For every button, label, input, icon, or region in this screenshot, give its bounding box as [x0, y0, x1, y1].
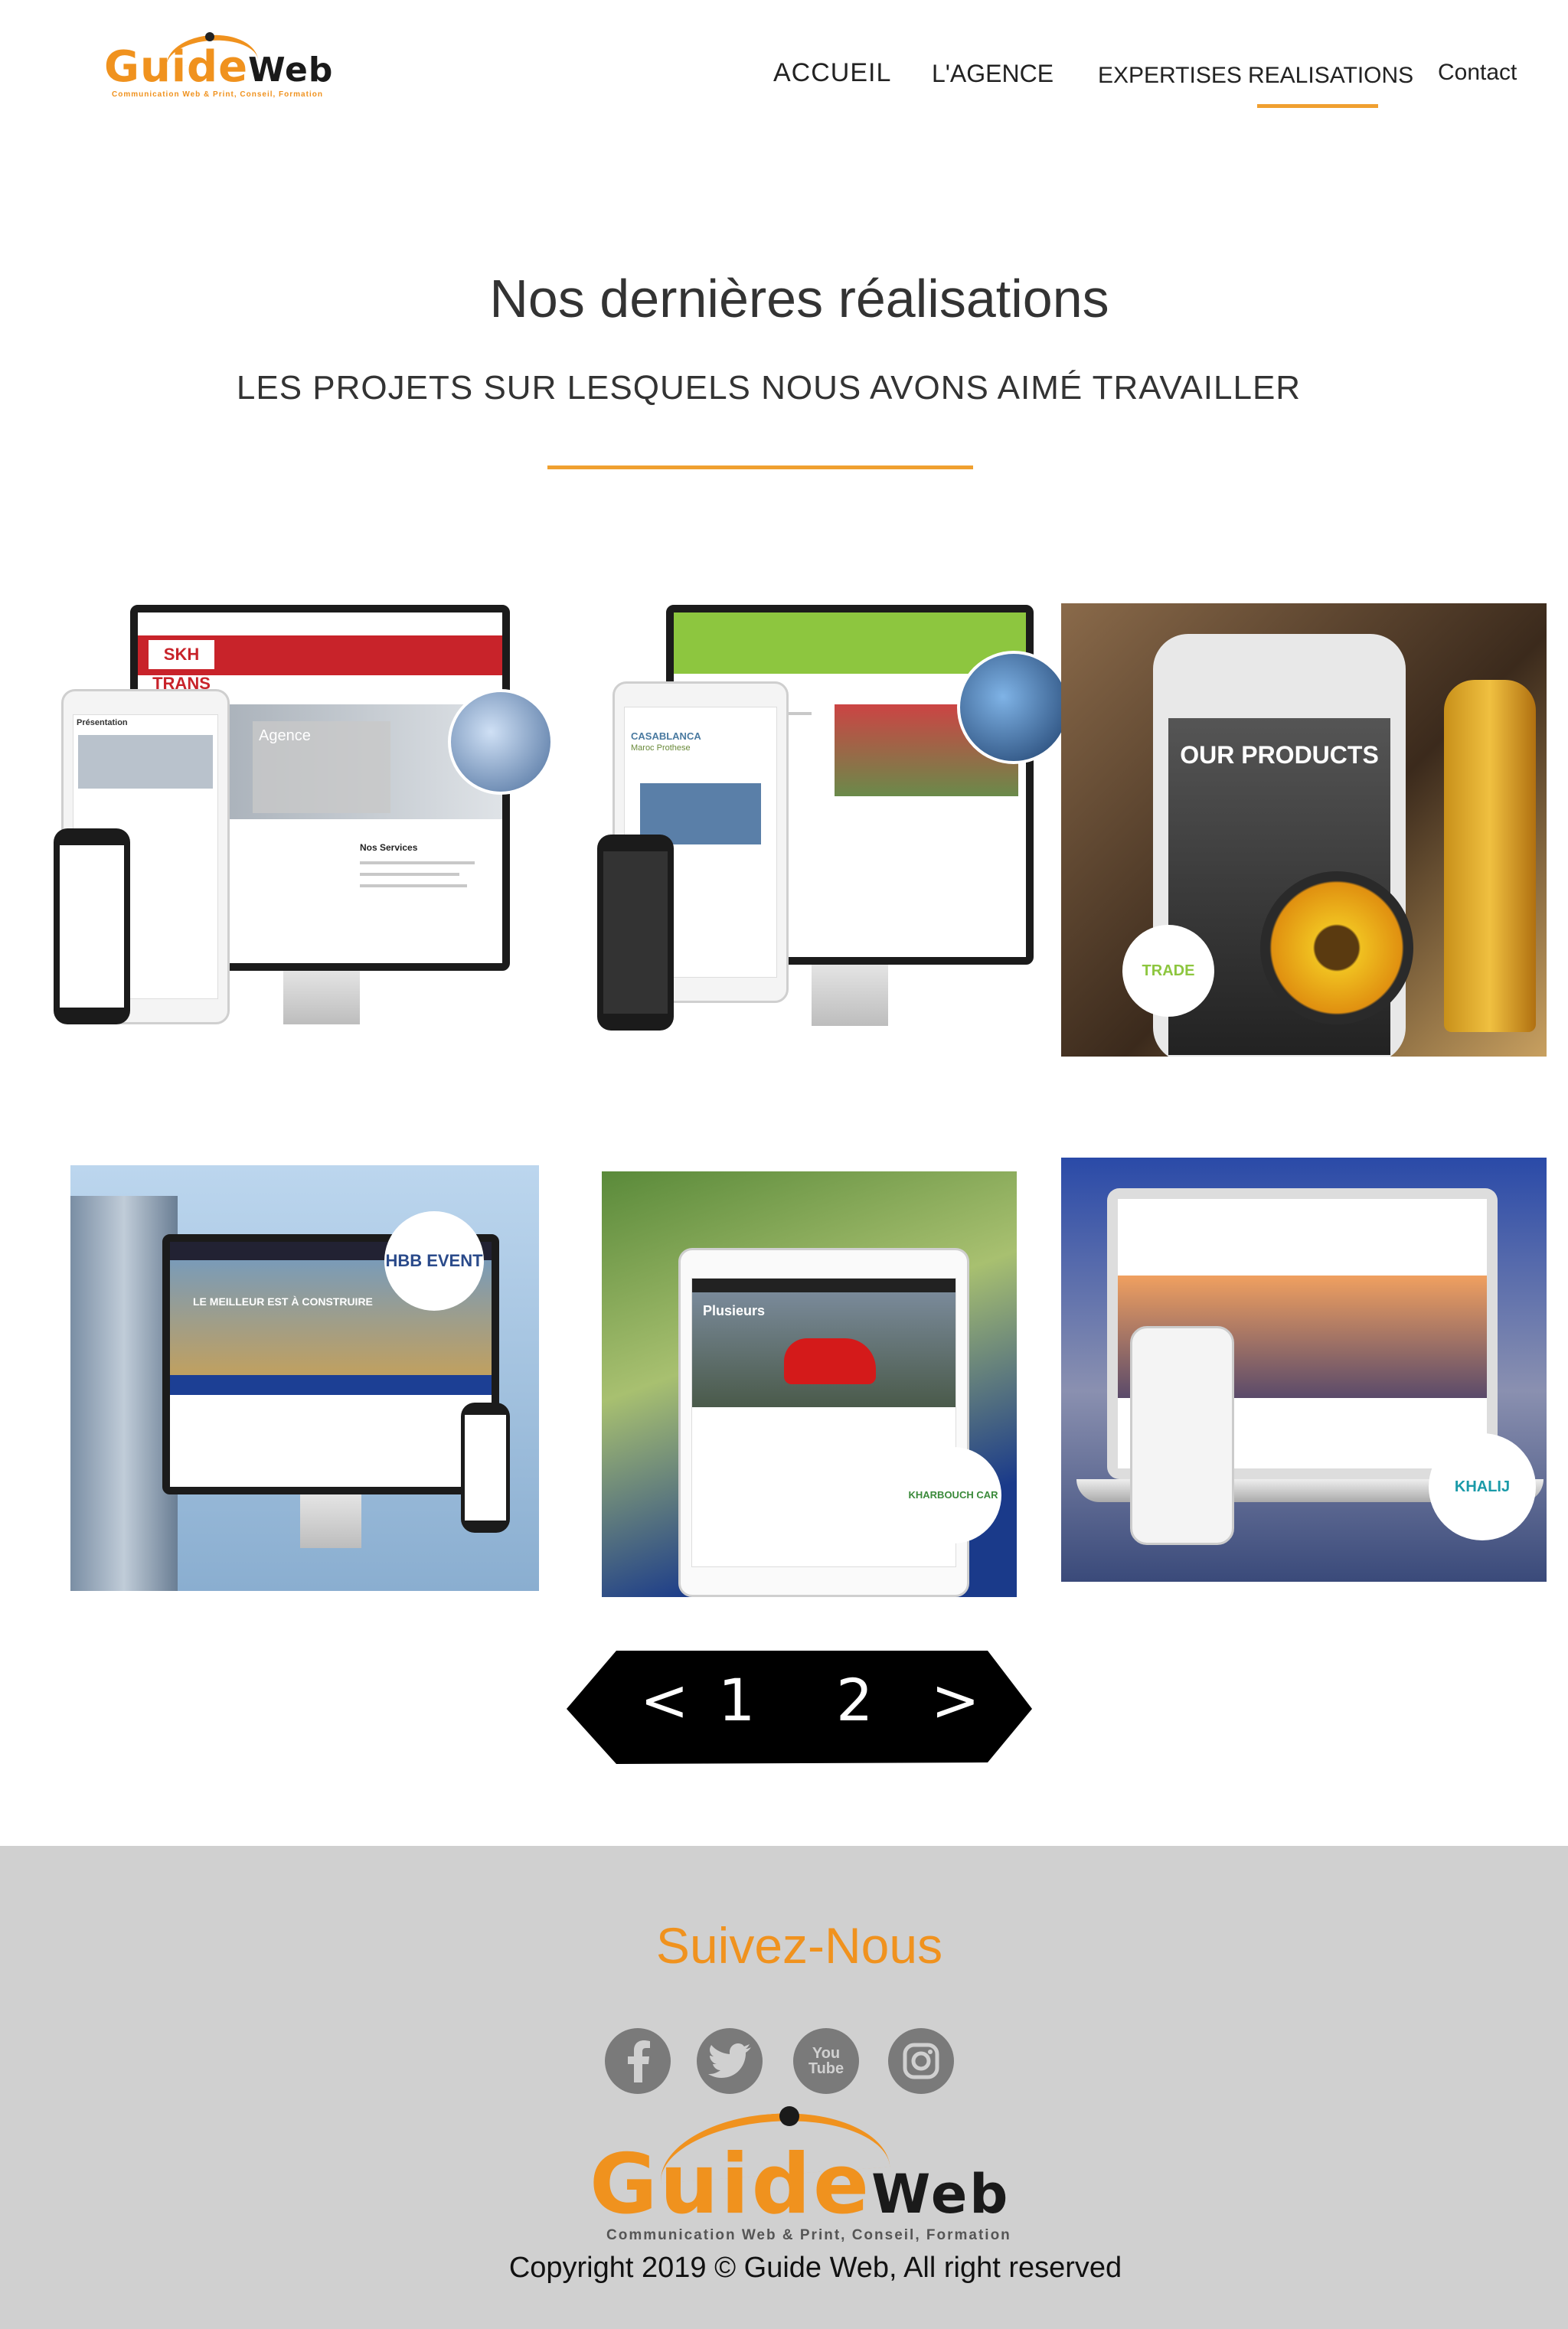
site-banner — [170, 1375, 492, 1395]
page-1-button[interactable]: 1 — [718, 1666, 755, 1735]
logo-dot — [205, 32, 214, 41]
portfolio-item-our-products[interactable]: OUR PRODUCTS TRADE — [1061, 603, 1547, 1057]
site-hero: Plusieurs — [692, 1292, 956, 1407]
page-2-button[interactable]: 2 — [836, 1666, 873, 1735]
footer-logo[interactable]: GuideWeb Communication Web & Print, Cons… — [590, 2105, 1034, 2244]
site-header-bar — [674, 612, 1026, 674]
section-subtitle: LES PROJETS SUR LESQUELS NOUS AVONS AIMÉ… — [236, 369, 1302, 407]
globe-badge — [957, 651, 1064, 764]
portfolio-item-khalij[interactable]: KHALIJ — [1061, 1158, 1547, 1582]
text-line — [360, 861, 475, 864]
footer-logo-web: Web — [871, 2163, 1011, 2226]
logo-guide-text: Guide — [104, 42, 249, 92]
nav-agence[interactable]: L'AGENCE — [932, 60, 1054, 88]
our-products-heading: OUR PRODUCTS — [1180, 741, 1379, 769]
hero-caption: Agence — [253, 721, 390, 813]
red-car-image — [784, 1338, 876, 1384]
prev-page-button[interactable]: < — [640, 1666, 689, 1735]
phone-screen — [603, 851, 668, 1014]
phone-mockup — [54, 828, 130, 1024]
phone-screen: OUR PRODUCTS — [1168, 718, 1413, 1055]
phone-screen — [60, 845, 124, 1008]
youtube-icon[interactable]: You Tube — [793, 2028, 859, 2094]
hero-caption: Plusieurs — [703, 1303, 766, 1318]
trade-logo: TRADE — [1122, 925, 1214, 1017]
sunflower-image — [1260, 871, 1413, 1024]
oil-bottle-image — [1444, 680, 1536, 1032]
logo-wordmark: GuideWeb — [104, 44, 333, 93]
portfolio-item-hbb-event[interactable]: LE MEILLEUR EST À CONSTRUIRE HBB EVENT — [70, 1165, 539, 1591]
copyright-text: Copyright 2019 © Guide Web, All right re… — [508, 2252, 1122, 2284]
tablet-mockup: Plusieurs — [678, 1248, 969, 1597]
instagram-icon[interactable] — [888, 2028, 954, 2094]
twitter-icon[interactable] — [697, 2028, 763, 2094]
portfolio-item-maroc-prothese[interactable]: CASABLANCA Maroc Prothese — [590, 597, 1064, 1095]
phone-mockup — [461, 1403, 510, 1533]
desktop-stand — [812, 965, 888, 1026]
phone-screen — [465, 1415, 506, 1521]
skyscraper-image — [70, 1196, 178, 1591]
khalij-logo: KHALIJ — [1429, 1433, 1536, 1540]
text-line — [360, 884, 467, 887]
services-title: Nos Services — [360, 842, 418, 853]
desktop-stand — [300, 1494, 361, 1548]
facebook-icon[interactable] — [605, 2028, 671, 2094]
kharbouch-logo: KHARBOUCH CAR — [905, 1447, 1001, 1543]
footer: Suivez-Nous You Tube GuideWeb Communicat… — [0, 1846, 1568, 2329]
header-logo[interactable]: GuideWeb Communication Web & Print, Cons… — [104, 31, 334, 107]
facebook-glyph — [628, 2040, 650, 2082]
footer-logo-tagline: Communication Web & Print, Conseil, Form… — [606, 2227, 1011, 2243]
section-divider — [547, 465, 973, 469]
instagram-glyph — [903, 2043, 939, 2079]
nav-realisations[interactable]: REALISATIONS — [1248, 63, 1413, 89]
logo-web-text: Web — [248, 51, 334, 90]
phone-mockup — [1130, 1326, 1234, 1545]
casablanca-label: CASABLANCA — [631, 730, 701, 742]
tablet-intro: Présentation — [77, 718, 128, 727]
next-page-button[interactable]: > — [931, 1666, 980, 1735]
portfolio-item-kharbouch-car[interactable]: Plusieurs KHARBOUCH CAR — [602, 1171, 1017, 1597]
footer-logo-wordmark: GuideWeb — [590, 2137, 1010, 2233]
prothese-label: Maroc Prothese — [631, 743, 691, 753]
nav-expertises[interactable]: EXPERTISES — [1098, 63, 1242, 89]
section-title: Nos dernières réalisations — [489, 269, 1109, 328]
nav-contact[interactable]: Contact — [1438, 60, 1517, 86]
follow-us-title: Suivez-Nous — [655, 1917, 943, 1974]
pagination: < 1 2 > — [567, 1649, 1032, 1764]
logo-tagline: Communication Web & Print, Conseil, Form… — [112, 90, 323, 99]
nav-active-underline — [1257, 104, 1378, 108]
site-header-bar — [692, 1279, 956, 1292]
hbb-logo: HBB EVENT — [384, 1211, 484, 1311]
phone-mockup — [597, 835, 674, 1031]
footer-logo-dot — [779, 2106, 799, 2126]
twitter-glyph — [708, 2043, 751, 2078]
nav-accueil[interactable]: ACCUEIL — [773, 58, 891, 88]
airplane-badge — [448, 689, 554, 795]
portfolio-item-skh-trans[interactable]: SKH TRANS Agence Nos Services Présentati… — [54, 597, 559, 1087]
text-line — [360, 873, 459, 876]
desktop-stand — [283, 971, 360, 1024]
skh-logo: SKH TRANS — [149, 640, 214, 693]
hero-caption: LE MEILLEUR EST À CONSTRUIRE — [193, 1295, 373, 1308]
youtube-glyph: You Tube — [808, 2045, 844, 2077]
footer-logo-guide: Guide — [590, 2137, 872, 2233]
tablet-image — [78, 735, 213, 789]
